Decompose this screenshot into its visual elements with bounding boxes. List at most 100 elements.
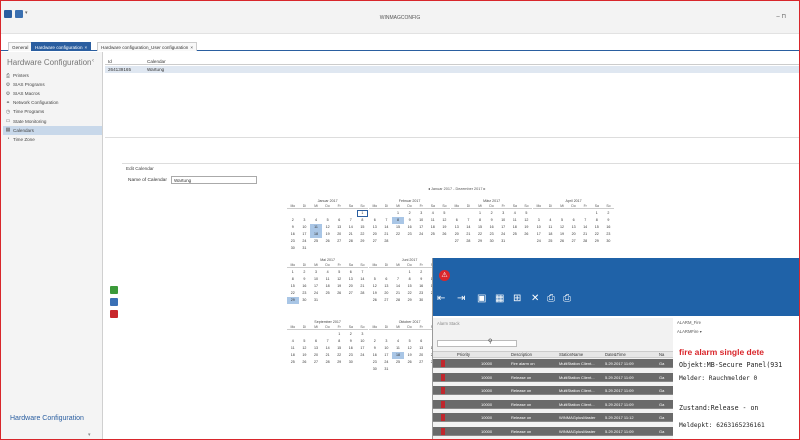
calendar-day[interactable]: 14 bbox=[357, 276, 369, 283]
calendar-day[interactable]: 23 bbox=[415, 290, 427, 297]
table-row[interactable]: 10000 Release on WINMAGplusMaster 5.29.2017… bbox=[433, 413, 673, 422]
calendar-day[interactable]: 29 bbox=[333, 359, 345, 366]
calendar-day[interactable]: 19 bbox=[333, 283, 345, 290]
calendar-day[interactable]: 7 bbox=[579, 217, 591, 224]
calendar-day[interactable]: 7 bbox=[322, 338, 334, 345]
calendar-day[interactable]: 15 bbox=[404, 283, 416, 290]
calendar-day[interactable]: 9 bbox=[404, 217, 416, 224]
calendar-day[interactable]: 27 bbox=[345, 290, 357, 297]
calendar-day[interactable]: 25 bbox=[427, 231, 439, 238]
calendar-day[interactable]: 13 bbox=[451, 224, 463, 231]
calendar-day[interactable]: 13 bbox=[333, 224, 345, 231]
calendar-day[interactable]: 22 bbox=[333, 352, 345, 359]
calendar-day[interactable]: 8 bbox=[333, 338, 345, 345]
calendar-day[interactable]: 30 bbox=[299, 297, 311, 304]
calendar-day[interactable]: 23 bbox=[369, 359, 381, 366]
calendar-day[interactable]: 18 bbox=[427, 224, 439, 231]
delete-icon[interactable] bbox=[110, 310, 118, 318]
calendar-day[interactable]: 9 bbox=[345, 338, 357, 345]
calendar-day[interactable]: 9 bbox=[287, 224, 299, 231]
sidebar-item-sias-macros[interactable]: ⚙ SIAS Macros bbox=[3, 89, 102, 98]
calendar-day[interactable]: 9 bbox=[299, 276, 311, 283]
calendar-day[interactable]: 1 bbox=[404, 269, 416, 276]
calendar-day[interactable]: 10 bbox=[533, 224, 545, 231]
sidebar-item-network-configuration[interactable]: ⚭ Network Configuration bbox=[3, 98, 102, 107]
calendar-day[interactable]: 31 bbox=[381, 366, 393, 373]
search-icon[interactable]: ⚲ bbox=[488, 338, 492, 345]
calendar-day[interactable]: 1 bbox=[474, 210, 486, 217]
mute-icon[interactable]: ✕ bbox=[531, 293, 539, 305]
calendar-day[interactable]: 17 bbox=[381, 352, 393, 359]
calendar-day[interactable]: 5 bbox=[333, 269, 345, 276]
calendar-day[interactable]: 16 bbox=[603, 224, 615, 231]
calendar-day[interactable]: 20 bbox=[415, 352, 427, 359]
calendar-day[interactable]: 1 bbox=[392, 210, 404, 217]
calendar-day[interactable]: 10 bbox=[497, 217, 509, 224]
calendar-day[interactable]: 28 bbox=[463, 238, 475, 245]
calendar-day[interactable]: 11 bbox=[427, 217, 439, 224]
print-all-icon[interactable]: ⎙ bbox=[563, 293, 571, 305]
calendar-day[interactable]: 16 bbox=[415, 283, 427, 290]
calendar-day[interactable]: 24 bbox=[357, 352, 369, 359]
calendar-day[interactable]: 31 bbox=[497, 238, 509, 245]
calendar-day[interactable]: 3 bbox=[310, 269, 322, 276]
calendar-day[interactable]: 2 bbox=[415, 269, 427, 276]
calendar-day[interactable]: 3 bbox=[357, 331, 369, 338]
calendar-day[interactable]: 11 bbox=[310, 224, 322, 231]
calendar-day[interactable]: 6 bbox=[415, 338, 427, 345]
calendar-day[interactable]: 2 bbox=[404, 210, 416, 217]
calendar-day[interactable]: 9 bbox=[369, 345, 381, 352]
window-controls[interactable]: – ⊓ bbox=[776, 13, 786, 20]
calendar-day[interactable]: 1 bbox=[356, 210, 369, 217]
calendar-day[interactable]: 2 bbox=[486, 210, 498, 217]
alarm-detail-toolbar[interactable]: ALARMFire ▾ bbox=[677, 329, 702, 334]
calendar-day[interactable]: 26 bbox=[369, 297, 381, 304]
calendar-day[interactable]: 19 bbox=[439, 224, 451, 231]
calendar-day[interactable]: 16 bbox=[287, 231, 299, 238]
calendar-day[interactable]: 2 bbox=[369, 338, 381, 345]
calendar-day[interactable]: 17 bbox=[357, 345, 369, 352]
calendar-day[interactable]: 6 bbox=[381, 276, 393, 283]
calendar-day[interactable]: 9 bbox=[415, 276, 427, 283]
calendar-day[interactable]: 28 bbox=[322, 359, 334, 366]
calendar-day[interactable]: 27 bbox=[415, 359, 427, 366]
calendar-day[interactable]: 9 bbox=[603, 217, 615, 224]
calendar-day[interactable]: 22 bbox=[287, 290, 299, 297]
sidebar-item-time-programs[interactable]: ◷ Time Programs bbox=[3, 107, 102, 116]
calendar-day[interactable]: 8 bbox=[357, 217, 369, 224]
calendar-day[interactable]: 4 bbox=[509, 210, 521, 217]
print-icon[interactable]: ⎙ bbox=[547, 293, 555, 305]
calendar-day[interactable]: 6 bbox=[568, 217, 580, 224]
calendar-day[interactable]: 26 bbox=[439, 231, 451, 238]
column-header-station[interactable]: StationName bbox=[559, 352, 583, 358]
calendar-day[interactable]: 27 bbox=[310, 359, 322, 366]
close-icon[interactable]: × bbox=[190, 45, 193, 50]
calendar-day[interactable]: 16 bbox=[299, 283, 311, 290]
calendar-day[interactable]: 23 bbox=[603, 231, 615, 238]
calendar-day[interactable]: 7 bbox=[392, 276, 404, 283]
calendar-day[interactable]: 1 bbox=[287, 269, 299, 276]
calendar-day[interactable]: 14 bbox=[322, 345, 334, 352]
calendar-day[interactable]: 18 bbox=[287, 352, 299, 359]
calendar-day[interactable]: 24 bbox=[415, 231, 427, 238]
calendar-day[interactable]: 2 bbox=[345, 331, 357, 338]
calendar-day[interactable]: 25 bbox=[322, 290, 334, 297]
calendar-day[interactable]: 23 bbox=[486, 231, 498, 238]
calendar-day[interactable]: 18 bbox=[310, 231, 322, 238]
table-row[interactable]: 10000 Release on MultiStation Client... 5.2… bbox=[433, 372, 673, 382]
calendar-day[interactable]: 31 bbox=[299, 245, 311, 252]
calendar-day[interactable]: 19 bbox=[369, 290, 381, 297]
calendar-day[interactable]: 23 bbox=[287, 238, 299, 245]
calendar-day[interactable]: 5 bbox=[369, 276, 381, 283]
calendar-day[interactable]: 8 bbox=[287, 276, 299, 283]
image-icon[interactable]: ▣ bbox=[477, 293, 486, 305]
tab-hardware-user-configuration[interactable]: Hardware configuration_User configuratio… bbox=[97, 42, 198, 51]
calendar-day[interactable]: 17 bbox=[310, 283, 322, 290]
calendar-day[interactable]: 13 bbox=[381, 283, 393, 290]
calendar-name-input[interactable]: Wartung bbox=[171, 176, 257, 184]
calendar-day[interactable]: 13 bbox=[345, 276, 357, 283]
calendar-day[interactable]: 12 bbox=[521, 217, 533, 224]
calendar-day[interactable]: 10 bbox=[415, 217, 427, 224]
calendar-day[interactable]: 17 bbox=[533, 231, 545, 238]
calendar-day[interactable]: 15 bbox=[333, 345, 345, 352]
